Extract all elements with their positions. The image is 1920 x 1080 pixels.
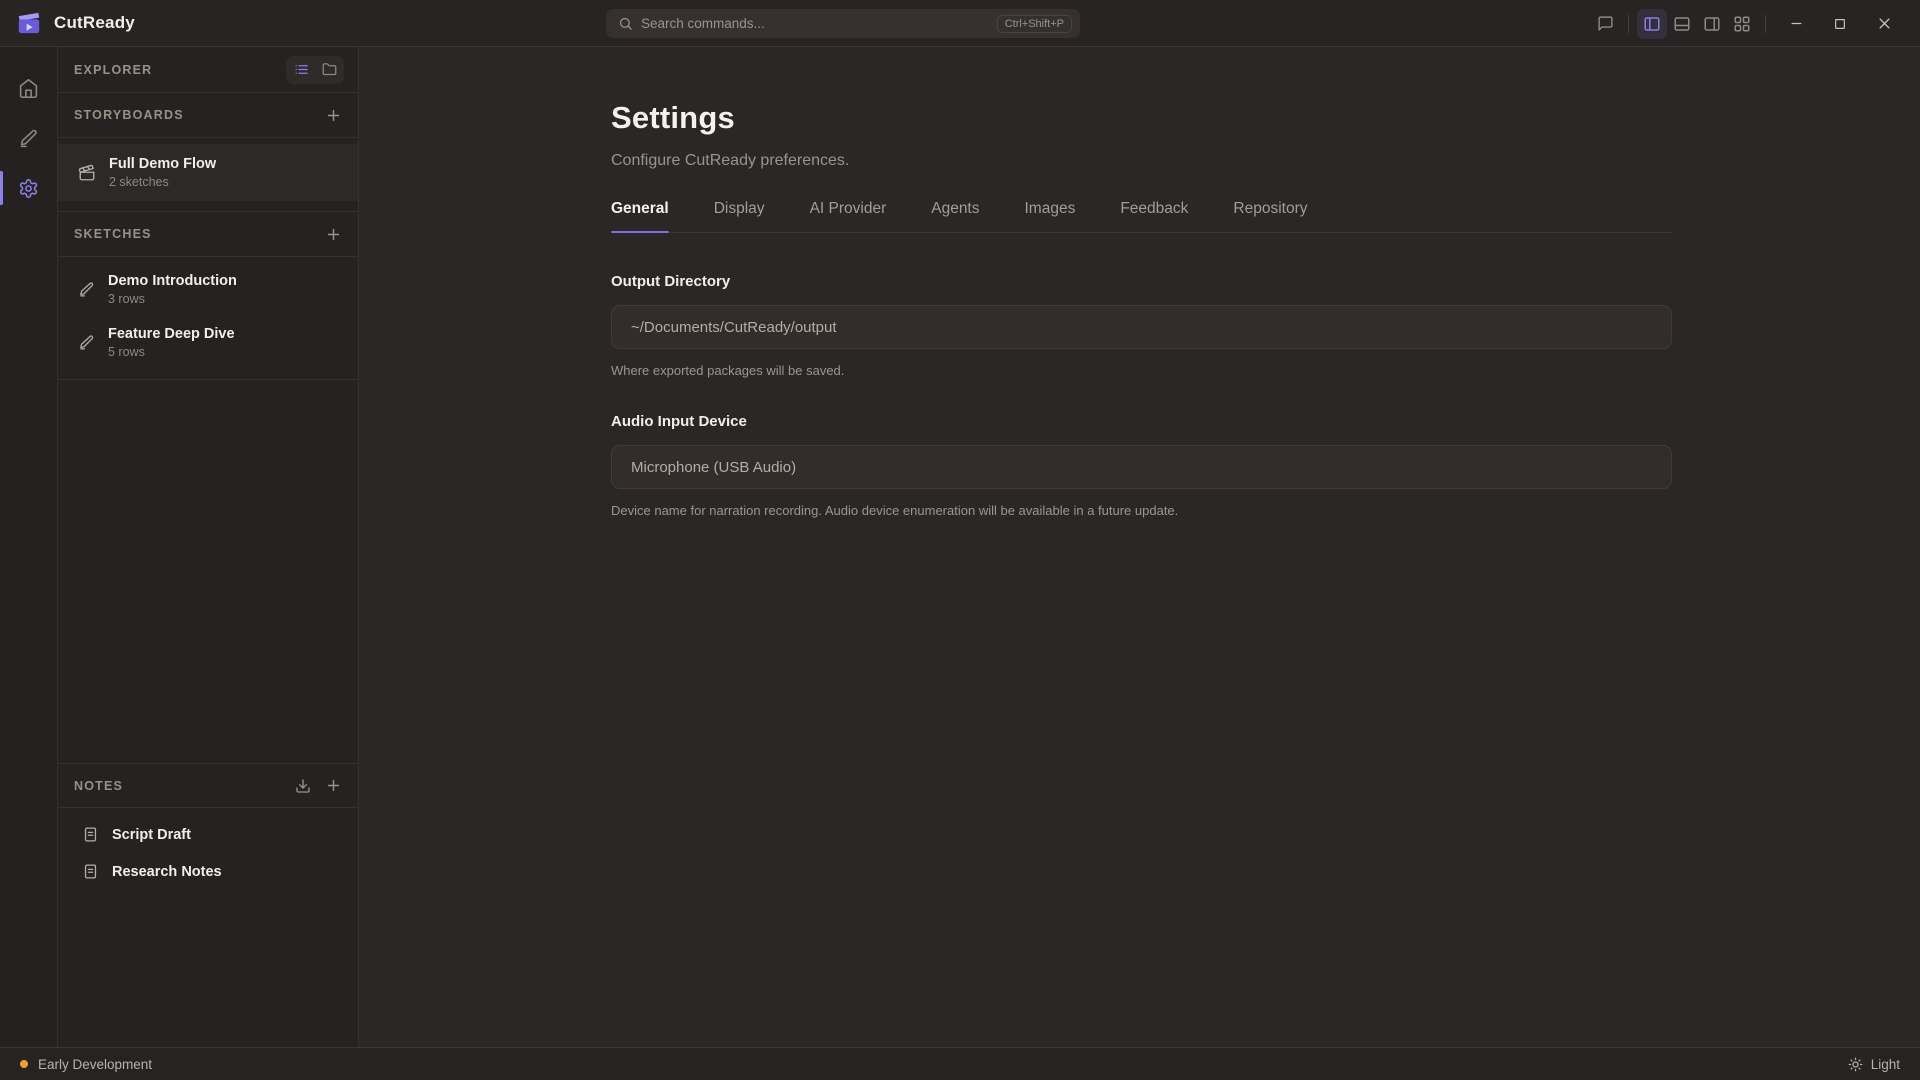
titlebar-divider — [1765, 15, 1766, 33]
folder-icon — [322, 62, 337, 77]
page-title: Settings — [611, 100, 1672, 136]
sketch-subtitle: 3 rows — [108, 292, 237, 306]
sketch-title: Feature Deep Dive — [108, 326, 235, 342]
output-directory-input[interactable] — [611, 305, 1672, 349]
sketch-title: Demo Introduction — [108, 273, 237, 289]
panel-bottom-toggle-icon[interactable] — [1667, 9, 1697, 39]
pencil-icon — [18, 128, 39, 149]
tab-ai-provider[interactable]: AI Provider — [810, 200, 887, 232]
app-logo-clapperboard-icon — [16, 10, 42, 36]
sketch-subtitle: 5 rows — [108, 345, 235, 359]
minimize-button[interactable] — [1774, 6, 1818, 42]
close-button[interactable] — [1862, 6, 1906, 42]
storyboards-list: Full Demo Flow 2 sketches — [58, 138, 358, 212]
tab-repository[interactable]: Repository — [1233, 200, 1307, 232]
notes-label: NOTES — [74, 779, 123, 793]
status-left: Early Development — [20, 1057, 152, 1072]
output-directory-group: Output Directory Where exported packages… — [611, 273, 1672, 378]
audio-input-device-label: Audio Input Device — [611, 413, 1672, 430]
tab-display[interactable]: Display — [714, 200, 765, 232]
sidebar-spacer — [58, 380, 358, 763]
search-shortcut-badge: Ctrl+Shift+P — [997, 15, 1072, 33]
rail-settings-button[interactable] — [0, 163, 57, 213]
statusbar: Early Development Light — [0, 1047, 1920, 1080]
document-icon — [82, 863, 99, 880]
main-panel: Settings Configure CutReady preferences.… — [359, 47, 1920, 1047]
output-directory-help: Where exported packages will be saved. — [611, 363, 1672, 378]
explorer-label: EXPLORER — [74, 63, 152, 77]
explorer-view-toggle — [286, 56, 344, 84]
notes-list: Script Draft Research Notes — [58, 808, 358, 890]
titlebar-actions — [1590, 0, 1920, 47]
maximize-button[interactable] — [1818, 6, 1862, 42]
audio-input-device-help: Device name for narration recording. Aud… — [611, 503, 1672, 518]
rail-sketch-button[interactable] — [0, 113, 57, 163]
grid-layout-icon[interactable] — [1727, 9, 1757, 39]
audio-input-device-group: Audio Input Device Device name for narra… — [611, 413, 1672, 518]
sun-icon — [1848, 1057, 1863, 1072]
explorer-header: EXPLORER — [58, 47, 358, 93]
theme-toggle[interactable]: Light — [1848, 1057, 1900, 1072]
panel-right-toggle-icon[interactable] — [1697, 9, 1727, 39]
explorer-sidebar: EXPLORER — [58, 47, 359, 1047]
note-title: Script Draft — [112, 827, 191, 843]
add-storyboard-button[interactable] — [325, 107, 342, 124]
page-subtitle: Configure CutReady preferences. — [611, 152, 1672, 170]
notes-section-header: NOTES — [58, 763, 358, 808]
tab-agents[interactable]: Agents — [931, 200, 979, 232]
settings-tabs: General Display AI Provider Agents Image… — [611, 200, 1672, 233]
document-icon — [82, 826, 99, 843]
list-view-button[interactable] — [288, 58, 314, 82]
note-item[interactable]: Script Draft — [58, 816, 358, 853]
tab-general[interactable]: General — [611, 200, 669, 232]
clapperboard-icon — [78, 164, 96, 182]
add-note-button[interactable] — [325, 777, 342, 794]
sketch-item[interactable]: Demo Introduction 3 rows — [58, 263, 358, 316]
add-sketch-button[interactable] — [325, 226, 342, 243]
command-search[interactable]: Ctrl+Shift+P — [606, 9, 1080, 38]
theme-label: Light — [1871, 1057, 1900, 1072]
titlebar: CutReady Ctrl+Shift+P — [0, 0, 1920, 47]
tab-feedback[interactable]: Feedback — [1120, 200, 1188, 232]
tab-images[interactable]: Images — [1025, 200, 1076, 232]
storyboards-label: STORYBOARDS — [74, 108, 184, 122]
pencil-icon — [78, 281, 95, 298]
sketches-section-header: SKETCHES — [58, 212, 358, 257]
status-text: Early Development — [38, 1057, 152, 1072]
storyboard-item[interactable]: Full Demo Flow 2 sketches — [58, 144, 358, 201]
import-notes-button[interactable] — [295, 778, 311, 794]
gear-icon — [18, 178, 39, 199]
storyboards-section-header: STORYBOARDS — [58, 93, 358, 138]
feedback-comment-icon[interactable] — [1590, 9, 1620, 39]
storyboard-title: Full Demo Flow — [109, 156, 216, 172]
home-icon — [18, 78, 39, 99]
sketches-label: SKETCHES — [74, 227, 152, 241]
output-directory-label: Output Directory — [611, 273, 1672, 290]
search-input[interactable] — [641, 16, 989, 31]
folder-view-button[interactable] — [316, 58, 342, 82]
activity-rail — [0, 47, 58, 1047]
note-title: Research Notes — [112, 864, 222, 880]
note-item[interactable]: Research Notes — [58, 853, 358, 890]
rail-home-button[interactable] — [0, 63, 57, 113]
status-dot-icon — [20, 1060, 28, 1068]
panel-left-toggle-icon[interactable] — [1637, 9, 1667, 39]
sketches-list: Demo Introduction 3 rows Feature Deep Di… — [58, 257, 358, 380]
storyboard-subtitle: 2 sketches — [109, 175, 216, 189]
titlebar-divider — [1628, 15, 1629, 33]
sidebar-bottom-pad — [58, 890, 358, 1047]
app-title: CutReady — [54, 13, 135, 33]
app-brand: CutReady — [0, 10, 135, 36]
sketch-item[interactable]: Feature Deep Dive 5 rows — [58, 316, 358, 369]
pencil-icon — [78, 334, 95, 351]
audio-input-device-input[interactable] — [611, 445, 1672, 489]
list-icon — [294, 62, 309, 77]
search-icon — [618, 16, 633, 31]
